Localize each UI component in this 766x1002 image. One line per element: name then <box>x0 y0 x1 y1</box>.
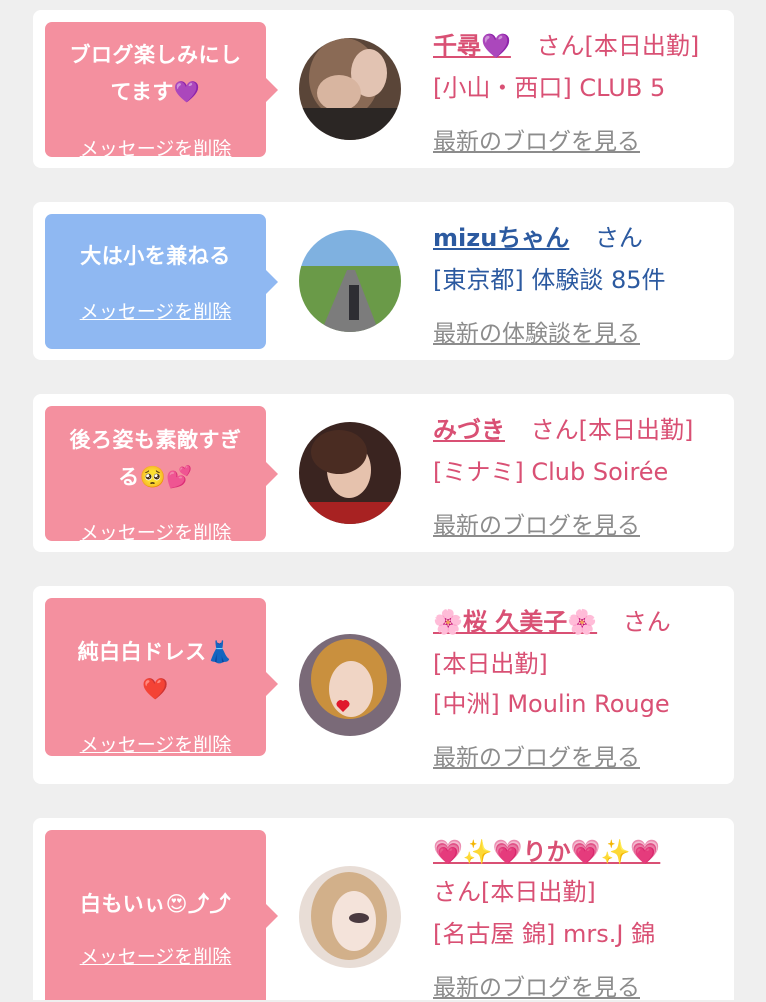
delete-message-link[interactable]: メッセージを削除 <box>45 134 266 161</box>
delete-message-link[interactable]: メッセージを削除 <box>45 297 266 324</box>
member-status: さん <box>594 224 643 252</box>
shop-name: [東京都] 体験談 85件 <box>433 266 666 294</box>
latest-blog-link[interactable]: 最新のブログを見る <box>433 122 640 156</box>
member-name[interactable]: 💗✨💗りか💗✨💗 <box>433 838 660 866</box>
avatar[interactable] <box>299 422 401 524</box>
shop-name: [ミナミ] Club Soirée <box>433 458 669 486</box>
avatar[interactable] <box>299 866 401 968</box>
member-status: さん[本日出勤] <box>530 416 694 444</box>
message-text: 純白白ドレス👗 ❤️ <box>77 640 234 701</box>
shop-name: [名古屋 錦] mrs.J 錦 <box>433 920 656 948</box>
message-text: 白もいぃ😍⤴︎⤴︎ <box>80 892 231 916</box>
member-status-line: [本日出勤] <box>433 650 548 678</box>
latest-experience-link[interactable]: 最新の体験談を見る <box>433 314 640 348</box>
shop-name: [中洲] Moulin Rouge <box>433 690 670 718</box>
favorite-card: ブログ楽しみにし てます💜 メッセージを削除 千尋💜 さん[本日出勤] [小山・… <box>33 10 734 168</box>
message-bubble: ブログ楽しみにし てます💜 メッセージを削除 <box>45 22 266 160</box>
member-name[interactable]: 🌸桜 久美子🌸 <box>433 608 597 636</box>
member-name[interactable]: みづき <box>433 416 505 444</box>
member-status: さん <box>622 608 671 636</box>
latest-blog-link[interactable]: 最新のブログを見る <box>433 738 640 772</box>
message-text: 後ろ姿も素敵すぎ る🥺💕 <box>69 428 242 489</box>
delete-message-link[interactable]: メッセージを削除 <box>45 942 266 969</box>
member-status: さん[本日出勤] <box>433 878 596 906</box>
member-name[interactable]: mizuちゃん <box>433 224 569 252</box>
avatar[interactable] <box>299 634 401 736</box>
favorite-card: 純白白ドレス👗 ❤️ メッセージを削除 🌸桜 久美子🌸 さん [本日出勤] [中… <box>33 586 734 784</box>
favorite-card: 後ろ姿も素敵すぎ る🥺💕 メッセージを削除 みづき さん[本日出勤] [ミナミ]… <box>33 394 734 552</box>
favorite-card: 大は小を兼ねる メッセージを削除 mizuちゃん さん [東京都] 体験談 85… <box>33 202 734 360</box>
member-name[interactable]: 千尋💜 <box>433 32 511 60</box>
message-bubble: 大は小を兼ねる メッセージを削除 <box>45 214 266 349</box>
member-status: さん[本日出勤] <box>536 32 700 60</box>
message-bubble: 白もいぃ😍⤴︎⤴︎ メッセージを削除 <box>45 830 266 1000</box>
message-bubble: 純白白ドレス👗 ❤️ メッセージを削除 <box>45 598 266 756</box>
message-text: ブログ楽しみにし てます💜 <box>69 43 242 104</box>
message-text: 大は小を兼ねる <box>80 244 231 268</box>
delete-message-link[interactable]: メッセージを削除 <box>45 730 266 757</box>
shop-name: [小山・西口] CLUB 5 <box>433 74 666 102</box>
favorite-card: 白もいぃ😍⤴︎⤴︎ メッセージを削除 💗✨💗りか💗✨💗 さん[本日出勤] [名古… <box>33 818 734 1002</box>
latest-blog-link[interactable]: 最新のブログを見る <box>433 968 640 1002</box>
avatar[interactable] <box>299 38 401 140</box>
message-bubble: 後ろ姿も素敵すぎ る🥺💕 メッセージを削除 <box>45 406 266 544</box>
avatar[interactable] <box>299 230 401 332</box>
delete-message-link[interactable]: メッセージを削除 <box>45 518 266 545</box>
latest-blog-link[interactable]: 最新のブログを見る <box>433 506 640 540</box>
